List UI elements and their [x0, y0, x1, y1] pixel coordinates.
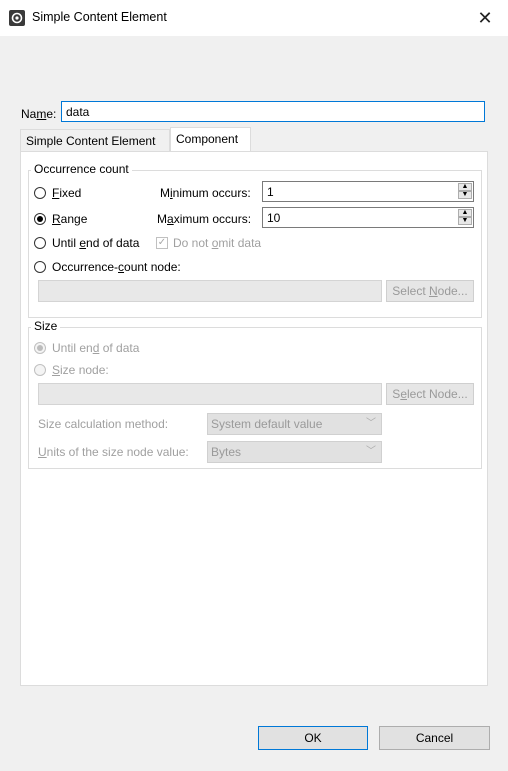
chevron-down-icon: ﹀ [366, 418, 376, 429]
size-node-radio[interactable] [34, 364, 46, 376]
ok-button[interactable]: OK [258, 726, 368, 750]
size-select-node-button[interactable]: Select Node... [386, 383, 474, 405]
size-calculation-method-value: System default value [211, 417, 323, 431]
size-until-end-radio[interactable] [34, 342, 46, 354]
maximum-occurs-label: Maximum occurs: [157, 212, 252, 226]
spin-down-icon[interactable]: ▼ [458, 217, 472, 225]
maximum-occurs-value: 10 [267, 211, 281, 225]
until-end-of-data-label: Until end of data [52, 236, 140, 250]
spin-up-icon[interactable]: ▲ [458, 183, 472, 191]
units-label: Units of the size node value: [38, 445, 189, 459]
window-title: Simple Content Element [32, 10, 167, 24]
name-label: Name: [21, 107, 57, 121]
until-end-of-data-radio[interactable] [34, 237, 46, 249]
chevron-down-icon: ﹀ [366, 446, 376, 457]
tab-simple-content-element[interactable]: Simple Content Element [20, 129, 170, 151]
occurrence-count-node-radio[interactable] [34, 261, 46, 273]
fixed-label: Fixed [52, 186, 82, 200]
close-button[interactable]: ✕ [462, 0, 508, 36]
size-node-field[interactable] [38, 383, 382, 405]
occurrence-count-node-label: Occurrence-count node: [52, 260, 181, 274]
name-input[interactable] [61, 101, 485, 122]
do-not-omit-data-label: Do not omit data [173, 236, 262, 250]
minimum-occurs-spinner[interactable]: 1 ▲ ▼ [262, 181, 474, 202]
component-panel: Occurrence count Fixed Minimum occurs: 1… [20, 151, 488, 686]
minimum-occurs-label: Minimum occurs: [160, 186, 251, 200]
range-radio[interactable] [34, 213, 46, 225]
minimum-occurs-value: 1 [267, 185, 274, 199]
size-until-end-label: Until end of data [52, 341, 140, 355]
size-label: Size [31, 319, 61, 333]
size-node-label: Size node: [52, 363, 109, 377]
spin-down-icon[interactable]: ▼ [458, 191, 472, 199]
cancel-button[interactable]: Cancel [379, 726, 490, 750]
tab-component[interactable]: Component [170, 127, 251, 151]
occurrence-count-label: Occurrence count [31, 162, 132, 176]
occurrence-count-node-field[interactable] [38, 280, 382, 302]
occurrence-select-node-button[interactable]: Select Node... [386, 280, 474, 302]
app-gear-icon [9, 10, 25, 26]
units-select[interactable]: Bytes ﹀ [207, 441, 382, 463]
do-not-omit-data-checkbox[interactable]: ✓ [156, 237, 168, 249]
range-label: Range [52, 212, 88, 226]
fixed-radio[interactable] [34, 187, 46, 199]
close-icon: ✕ [477, 7, 493, 28]
spin-up-icon[interactable]: ▲ [458, 209, 472, 217]
units-value: Bytes [211, 445, 242, 459]
maximum-occurs-spinner[interactable]: 10 ▲ ▼ [262, 207, 474, 228]
title-bar: Simple Content Element ✕ [0, 0, 508, 36]
size-calculation-method-label: Size calculation method: [38, 417, 169, 431]
size-calculation-method-select[interactable]: System default value ﹀ [207, 413, 382, 435]
